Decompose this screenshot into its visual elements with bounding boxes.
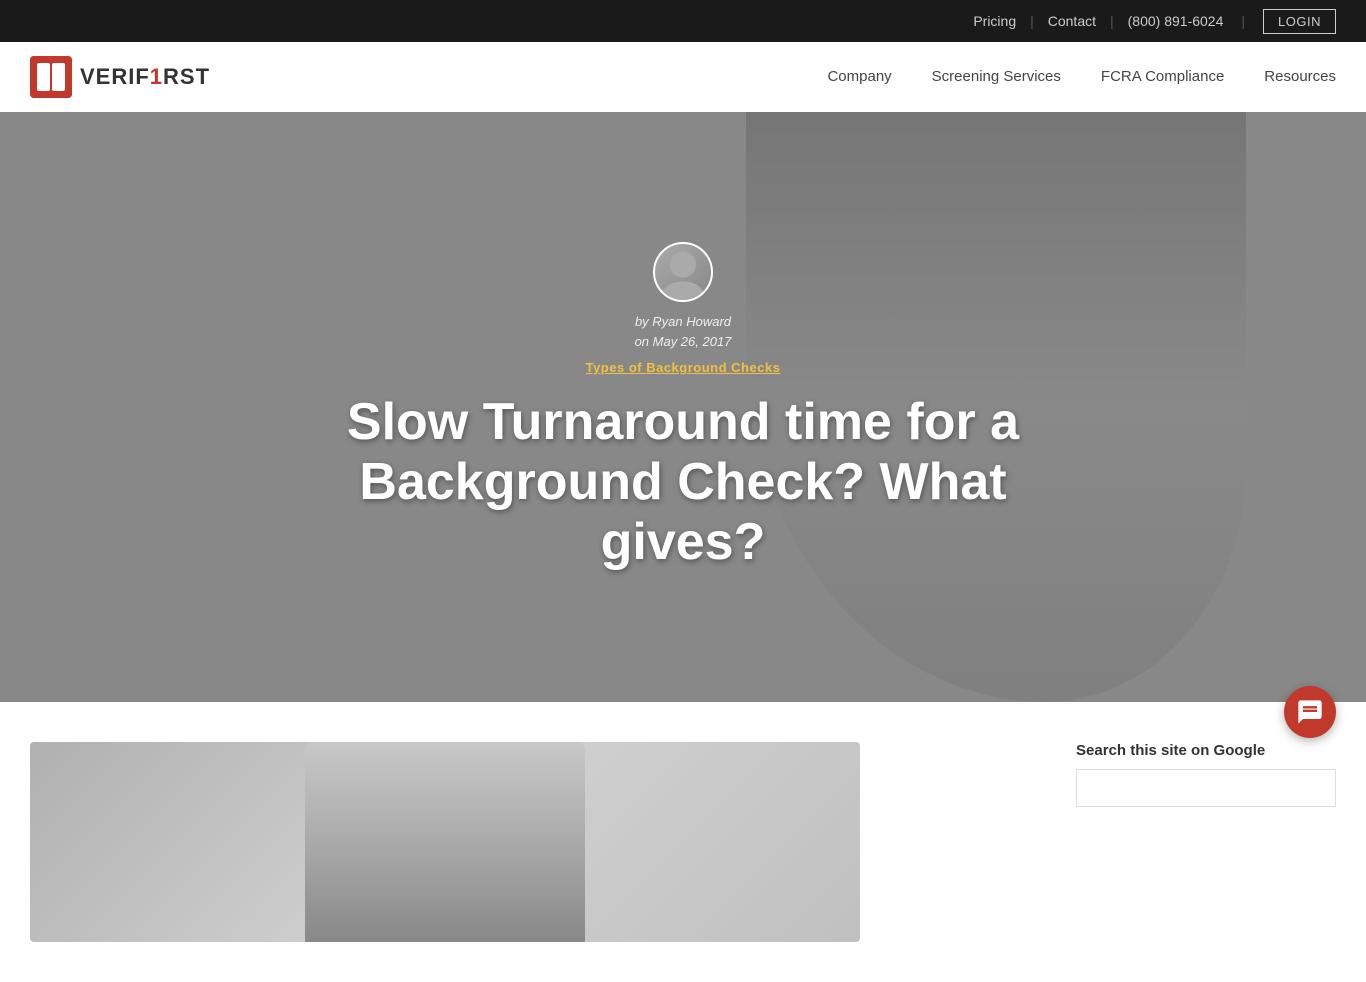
author-date: on May 26, 2017 xyxy=(635,334,732,349)
search-label: Search this site on Google xyxy=(1076,742,1336,759)
divider-2: | xyxy=(1110,13,1114,29)
nav-company[interactable]: Company xyxy=(827,68,891,85)
chat-button[interactable] xyxy=(1284,686,1336,738)
nav-links: Company Screening Services FCRA Complian… xyxy=(827,68,1336,86)
logo-icon xyxy=(30,56,72,98)
pricing-link[interactable]: Pricing xyxy=(973,13,1016,29)
hero-title: Slow Turnaround time for a Background Ch… xyxy=(323,393,1043,572)
main-nav: VERIF1RST Company Screening Services FCR… xyxy=(0,42,1366,112)
divider-1: | xyxy=(1030,13,1034,29)
sidebar: Search this site on Google xyxy=(1076,742,1336,942)
contact-link[interactable]: Contact xyxy=(1048,13,1096,29)
nav-fcra[interactable]: FCRA Compliance xyxy=(1101,68,1224,85)
top-bar: Pricing | Contact | (800) 891-6024 | LOG… xyxy=(0,0,1366,42)
nav-resources[interactable]: Resources xyxy=(1264,68,1336,85)
logo-text: VERIF1RST xyxy=(80,64,210,90)
phone-link[interactable]: (800) 891-6024 xyxy=(1128,13,1224,29)
nav-screening[interactable]: Screening Services xyxy=(932,68,1061,85)
chat-icon xyxy=(1296,698,1324,726)
author-avatar xyxy=(653,242,713,302)
author-by: by Ryan Howard xyxy=(635,314,731,329)
main-content xyxy=(30,742,1036,942)
hero-content: by Ryan Howard on May 26, 2017 Types of … xyxy=(323,242,1043,573)
hero-section: by Ryan Howard on May 26, 2017 Types of … xyxy=(0,112,1366,702)
article-image xyxy=(30,742,860,942)
logo[interactable]: VERIF1RST xyxy=(30,56,210,98)
divider-3: | xyxy=(1241,13,1245,29)
category-tag[interactable]: Types of Background Checks xyxy=(586,360,781,375)
login-button[interactable]: LOGIN xyxy=(1263,9,1336,34)
content-section: Search this site on Google xyxy=(0,702,1366,982)
author-info: by Ryan Howard on May 26, 2017 xyxy=(323,312,1043,354)
search-input[interactable] xyxy=(1076,769,1336,807)
